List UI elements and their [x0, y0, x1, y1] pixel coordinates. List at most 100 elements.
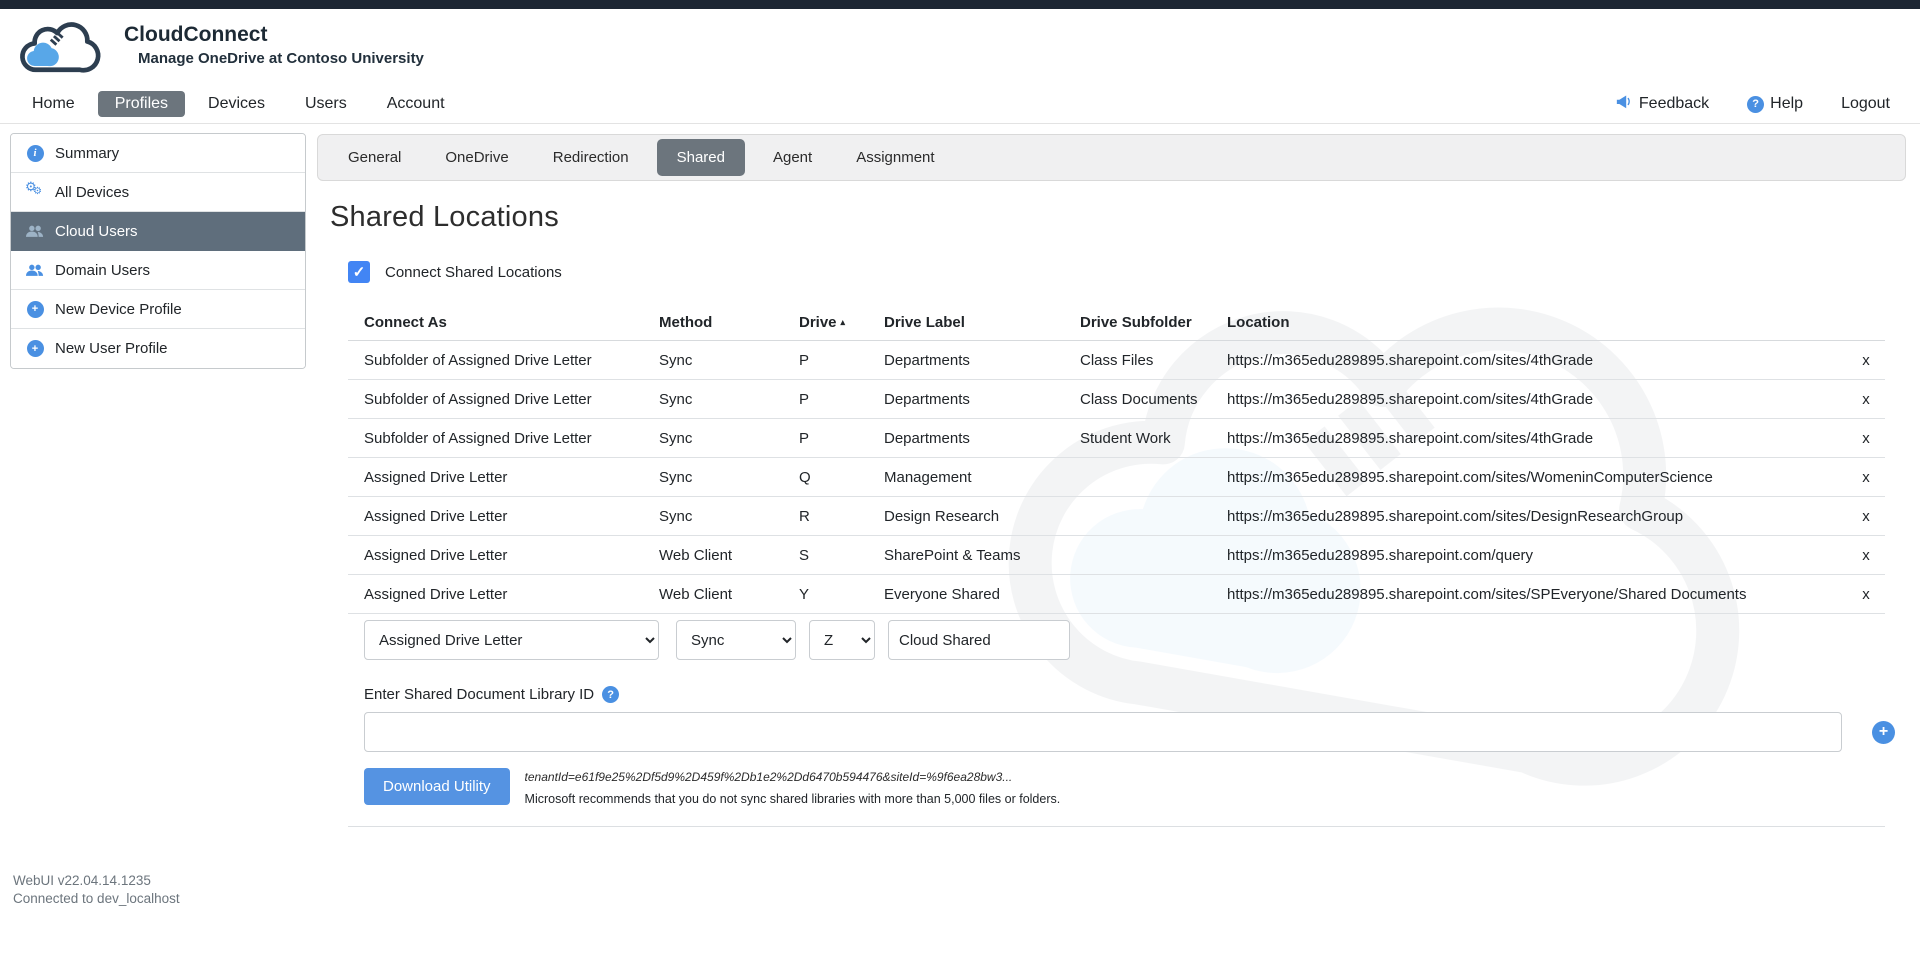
cell-drive-label: Design Research — [884, 508, 1080, 525]
cell-drive: S — [799, 547, 884, 564]
plus-circle-icon: + — [26, 340, 44, 358]
cell-connect-as: Subfolder of Assigned Drive Letter — [348, 352, 659, 369]
cell-method: Sync — [659, 391, 799, 408]
plus-circle-icon: + — [26, 300, 44, 318]
section-divider — [348, 826, 1885, 827]
cell-drive-label: Management — [884, 469, 1080, 486]
cell-location: https://m365edu289895.sharepoint.com/sit… — [1227, 391, 1847, 408]
library-id-label: Enter Shared Document Library ID — [364, 686, 594, 703]
tab-redirection[interactable]: Redirection — [531, 139, 651, 176]
drive-label-input[interactable] — [888, 620, 1070, 660]
tab-shared[interactable]: Shared — [657, 139, 745, 176]
main-content: General OneDrive Redirection Shared Agen… — [317, 124, 1906, 827]
table-row: Subfolder of Assigned Drive Letter Sync … — [348, 380, 1885, 419]
logout-link[interactable]: Logout — [1841, 95, 1890, 113]
feedback-link[interactable]: Feedback — [1616, 94, 1709, 114]
nav-item-users[interactable]: Users — [303, 91, 349, 117]
tab-onedrive[interactable]: OneDrive — [423, 139, 530, 176]
cell-drive-subfolder: Student Work — [1080, 430, 1227, 447]
page-title: Shared Locations — [330, 201, 1906, 234]
cell-method: Sync — [659, 352, 799, 369]
delete-row-button[interactable]: x — [1847, 430, 1885, 447]
cell-location: https://m365edu289895.sharepoint.com/sit… — [1227, 469, 1847, 486]
tab-general[interactable]: General — [326, 139, 423, 176]
delete-row-button[interactable]: x — [1847, 586, 1885, 603]
delete-row-button[interactable]: x — [1847, 508, 1885, 525]
cloudconnect-logo — [14, 17, 108, 83]
cell-connect-as: Assigned Drive Letter — [348, 508, 659, 525]
method-select[interactable]: Sync — [676, 620, 796, 660]
table-row: Subfolder of Assigned Drive Letter Sync … — [348, 341, 1885, 380]
sidebar-item-cloud-users[interactable]: Cloud Users — [11, 212, 305, 251]
page-body: i Summary ⚙⚙ All Devices Cloud Users Dom… — [0, 124, 1920, 827]
tab-assignment[interactable]: Assignment — [834, 139, 956, 176]
webui-version: WebUI v22.04.14.1235 — [13, 872, 180, 890]
delete-row-button[interactable]: x — [1847, 469, 1885, 486]
cell-connect-as: Subfolder of Assigned Drive Letter — [348, 430, 659, 447]
users-icon — [26, 222, 44, 240]
connect-as-select[interactable]: Assigned Drive Letter — [364, 620, 659, 660]
sidebar-item-domain-users[interactable]: Domain Users — [11, 251, 305, 290]
main-nav: Home Profiles Devices Users Account Feed… — [0, 85, 1920, 124]
app-header: CloudConnect Manage OneDrive at Contoso … — [0, 9, 1920, 85]
table-row: Assigned Drive Letter Web Client S Share… — [348, 536, 1885, 575]
sidebar-item-new-device-profile[interactable]: + New Device Profile — [11, 290, 305, 329]
sidebar-item-summary[interactable]: i Summary — [11, 134, 305, 173]
cell-method: Sync — [659, 430, 799, 447]
nav-item-account[interactable]: Account — [385, 91, 447, 117]
tenant-id-text: tenantId=e61f9e25%2Df5d9%2D459f%2Db1e2%2… — [525, 770, 1061, 784]
column-connect-as: Connect As — [348, 314, 659, 331]
sync-recommendation-note: Microsoft recommends that you do not syn… — [525, 792, 1061, 806]
nav-item-devices[interactable]: Devices — [206, 91, 267, 117]
table-row: Assigned Drive Letter Web Client Y Every… — [348, 575, 1885, 614]
nav-item-home[interactable]: Home — [30, 91, 77, 117]
library-id-input[interactable] — [364, 712, 1842, 752]
tab-agent[interactable]: Agent — [751, 139, 834, 176]
column-drive[interactable]: Drive▴ — [799, 314, 884, 331]
sidebar-item-new-user-profile[interactable]: + New User Profile — [11, 329, 305, 368]
cell-drive: Y — [799, 586, 884, 603]
table-row: Subfolder of Assigned Drive Letter Sync … — [348, 419, 1885, 458]
help-link[interactable]: ? Help — [1747, 95, 1803, 113]
cell-connect-as: Assigned Drive Letter — [348, 586, 659, 603]
footer-status: WebUI v22.04.14.1235 Connected to dev_lo… — [13, 872, 180, 908]
cell-location: https://m365edu289895.sharepoint.com/que… — [1227, 547, 1847, 564]
cell-connect-as: Assigned Drive Letter — [348, 547, 659, 564]
cell-location: https://m365edu289895.sharepoint.com/sit… — [1227, 352, 1847, 369]
column-drive-subfolder: Drive Subfolder — [1080, 314, 1227, 331]
drive-letter-select[interactable]: Z — [809, 620, 875, 660]
nav-item-profiles[interactable]: Profiles — [98, 91, 185, 117]
cell-drive: P — [799, 430, 884, 447]
profile-tabs: General OneDrive Redirection Shared Agen… — [317, 134, 1906, 181]
table-header-row: Connect As Method Drive▴ Drive Label Dri… — [348, 305, 1885, 341]
download-utility-button[interactable]: Download Utility — [364, 768, 510, 805]
cell-drive-subfolder: Class Documents — [1080, 391, 1227, 408]
cell-method: Web Client — [659, 547, 799, 564]
library-id-help-icon[interactable]: ? — [602, 686, 619, 703]
table-row: Assigned Drive Letter Sync Q Management … — [348, 458, 1885, 497]
cell-drive: P — [799, 352, 884, 369]
users-icon — [26, 261, 44, 279]
top-strip — [0, 0, 1920, 9]
help-icon: ? — [1747, 96, 1764, 113]
cell-drive-label: Departments — [884, 352, 1080, 369]
sidebar-item-all-devices[interactable]: ⚙⚙ All Devices — [11, 173, 305, 212]
cell-location: https://m365edu289895.sharepoint.com/sit… — [1227, 508, 1847, 525]
app-title: CloudConnect — [124, 23, 424, 47]
connect-shared-locations-checkbox[interactable] — [348, 261, 370, 283]
connection-status: Connected to dev_localhost — [13, 890, 180, 908]
cell-drive-label: Everyone Shared — [884, 586, 1080, 603]
add-location-button[interactable]: + — [1872, 721, 1895, 744]
cell-drive-subfolder: Class Files — [1080, 352, 1227, 369]
cell-drive: P — [799, 391, 884, 408]
cell-drive: Q — [799, 469, 884, 486]
delete-row-button[interactable]: x — [1847, 391, 1885, 408]
column-method: Method — [659, 314, 799, 331]
table-row: Assigned Drive Letter Sync R Design Rese… — [348, 497, 1885, 536]
delete-row-button[interactable]: x — [1847, 352, 1885, 369]
column-drive-label: Drive Label — [884, 314, 1080, 331]
cell-method: Sync — [659, 508, 799, 525]
megaphone-icon — [1616, 94, 1633, 114]
delete-row-button[interactable]: x — [1847, 547, 1885, 564]
cell-location: https://m365edu289895.sharepoint.com/sit… — [1227, 430, 1847, 447]
